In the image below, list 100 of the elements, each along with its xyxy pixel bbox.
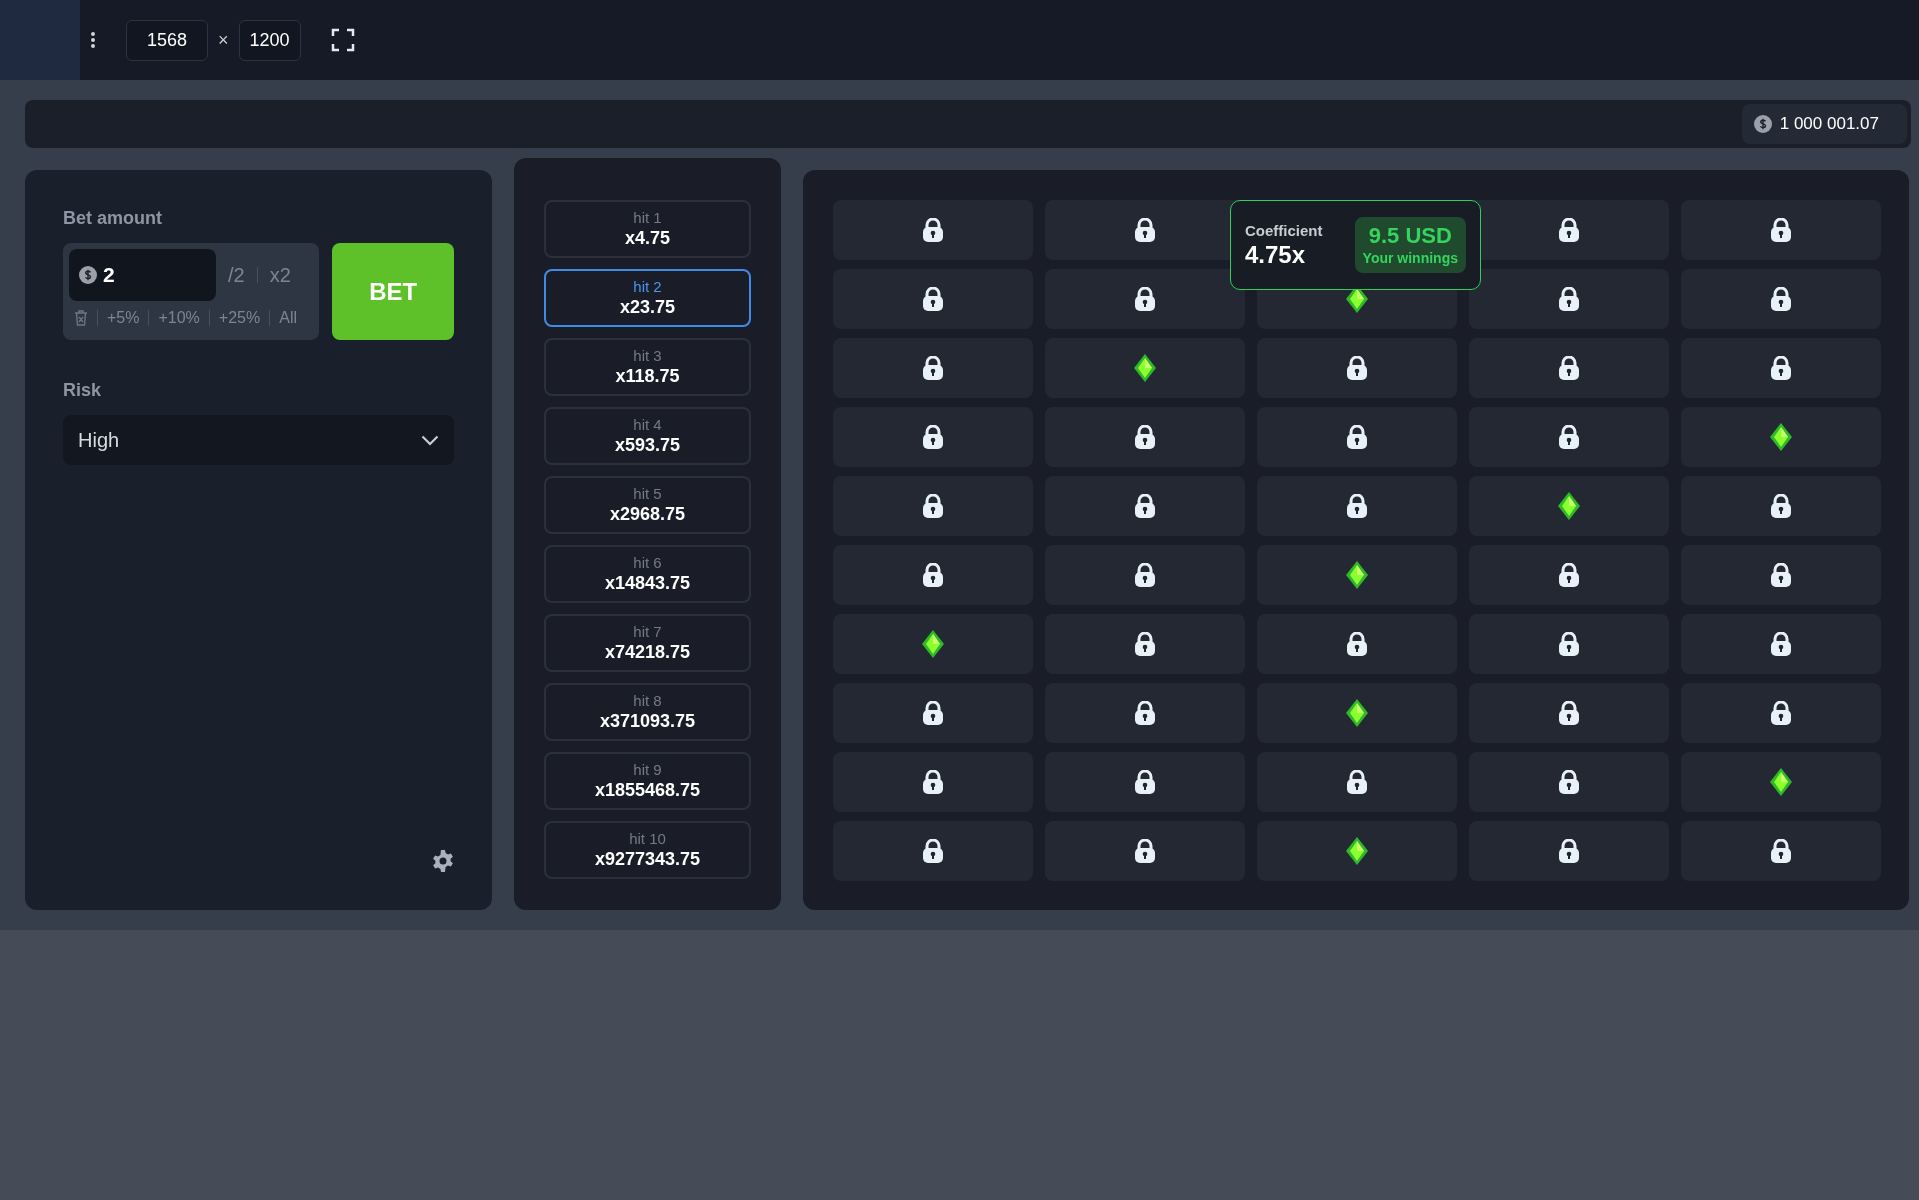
lock-icon bbox=[922, 424, 944, 450]
lock-icon bbox=[1770, 286, 1792, 312]
tile[interactable] bbox=[833, 614, 1033, 674]
tile[interactable] bbox=[833, 821, 1033, 881]
lock-icon bbox=[1134, 286, 1156, 312]
tile[interactable] bbox=[1469, 545, 1669, 605]
gem-icon bbox=[1134, 354, 1156, 382]
risk-dropdown[interactable]: High bbox=[63, 415, 454, 465]
tile[interactable] bbox=[1045, 752, 1245, 812]
lock-icon bbox=[1770, 631, 1792, 657]
multiplier-step[interactable]: hit 5 x2968.75 bbox=[544, 476, 751, 534]
lock-icon bbox=[1346, 424, 1368, 450]
gem-icon bbox=[1770, 423, 1792, 451]
tile[interactable] bbox=[1257, 407, 1457, 467]
lock-icon bbox=[1558, 631, 1580, 657]
tile[interactable] bbox=[1469, 614, 1669, 674]
tile[interactable] bbox=[1681, 407, 1881, 467]
lock-icon bbox=[1558, 424, 1580, 450]
tile[interactable] bbox=[1469, 338, 1669, 398]
tile[interactable] bbox=[1045, 269, 1245, 329]
multiplier-step[interactable]: hit 3 x118.75 bbox=[544, 338, 751, 396]
tile[interactable] bbox=[1257, 476, 1457, 536]
fullscreen-icon[interactable] bbox=[330, 28, 355, 52]
tile[interactable] bbox=[833, 338, 1033, 398]
lock-icon bbox=[1770, 562, 1792, 588]
bet-amount-label: Bet amount bbox=[63, 208, 163, 229]
multiplier-step[interactable]: hit 7 x74218.75 bbox=[544, 614, 751, 672]
lock-icon bbox=[1770, 700, 1792, 726]
lock-icon bbox=[1558, 838, 1580, 864]
tile[interactable] bbox=[1469, 269, 1669, 329]
bet-amount-field[interactable]: 2 bbox=[69, 249, 216, 301]
multiplier-step[interactable]: hit 4 x593.75 bbox=[544, 407, 751, 465]
lock-icon bbox=[1134, 700, 1156, 726]
tile[interactable] bbox=[1681, 269, 1881, 329]
tile[interactable] bbox=[1469, 683, 1669, 743]
height-field[interactable]: 1200 bbox=[238, 19, 301, 61]
tile[interactable] bbox=[1257, 614, 1457, 674]
width-field[interactable]: 1568 bbox=[126, 19, 208, 61]
lock-icon bbox=[922, 700, 944, 726]
risk-value: High bbox=[78, 428, 120, 452]
tile[interactable] bbox=[1681, 752, 1881, 812]
tile[interactable] bbox=[1045, 683, 1245, 743]
lock-icon bbox=[1770, 355, 1792, 381]
multiplier-step[interactable]: hit 1 x4.75 bbox=[544, 200, 751, 258]
multiplier-step[interactable]: hit 9 x1855468.75 bbox=[544, 752, 751, 810]
lock-icon bbox=[1346, 493, 1368, 519]
lock-icon bbox=[1134, 217, 1156, 243]
tile[interactable] bbox=[1681, 338, 1881, 398]
tile[interactable] bbox=[1469, 476, 1669, 536]
coin-icon bbox=[79, 266, 97, 284]
tile[interactable] bbox=[1681, 200, 1881, 260]
tile[interactable] bbox=[1681, 545, 1881, 605]
tile[interactable] bbox=[1469, 407, 1669, 467]
lock-icon bbox=[922, 355, 944, 381]
gem-icon bbox=[1558, 492, 1580, 520]
tile[interactable] bbox=[1681, 683, 1881, 743]
tile[interactable] bbox=[833, 683, 1033, 743]
lock-icon bbox=[1346, 355, 1368, 381]
chevron-down-icon bbox=[421, 434, 439, 446]
times-sign: × bbox=[218, 29, 229, 51]
multiplier-step[interactable]: hit 6 x14843.75 bbox=[544, 545, 751, 603]
multiplier-step[interactable]: hit 10 x9277343.75 bbox=[544, 821, 751, 879]
tile[interactable] bbox=[833, 752, 1033, 812]
coefficient-label: Coefficient bbox=[1245, 221, 1323, 239]
tile[interactable] bbox=[833, 200, 1033, 260]
tile[interactable] bbox=[1045, 821, 1245, 881]
tile[interactable] bbox=[1045, 545, 1245, 605]
tile[interactable] bbox=[1469, 752, 1669, 812]
tile[interactable] bbox=[1257, 338, 1457, 398]
tile[interactable] bbox=[1681, 821, 1881, 881]
coin-icon bbox=[1753, 115, 1772, 133]
tile[interactable] bbox=[1257, 752, 1457, 812]
balance-amount: 1 000 001.07 bbox=[1779, 114, 1879, 134]
tile[interactable] bbox=[1257, 683, 1457, 743]
multiplier-step[interactable]: hit 8 x371093.75 bbox=[544, 683, 751, 741]
tile[interactable] bbox=[1045, 338, 1245, 398]
lock-icon bbox=[1134, 769, 1156, 795]
lock-icon bbox=[1134, 838, 1156, 864]
lock-icon bbox=[1134, 631, 1156, 657]
tile[interactable] bbox=[833, 476, 1033, 536]
more-icon[interactable] bbox=[90, 31, 96, 49]
tile[interactable] bbox=[1257, 545, 1457, 605]
trash-icon[interactable] bbox=[73, 309, 89, 327]
tile[interactable] bbox=[1045, 407, 1245, 467]
tile[interactable] bbox=[1045, 476, 1245, 536]
tile[interactable] bbox=[833, 545, 1033, 605]
settings-icon[interactable] bbox=[432, 850, 454, 872]
tile[interactable] bbox=[833, 407, 1033, 467]
tile[interactable] bbox=[1469, 821, 1669, 881]
tile[interactable] bbox=[1257, 821, 1457, 881]
tile[interactable] bbox=[1045, 614, 1245, 674]
tile[interactable] bbox=[1681, 614, 1881, 674]
lock-icon bbox=[922, 562, 944, 588]
tile[interactable] bbox=[833, 269, 1033, 329]
lock-icon bbox=[1770, 838, 1792, 864]
bet-amount-value: 2 bbox=[103, 263, 115, 287]
lock-icon bbox=[1558, 769, 1580, 795]
tile[interactable] bbox=[1681, 476, 1881, 536]
gem-icon bbox=[1346, 699, 1368, 727]
multiplier-step[interactable]: hit 2 x23.75 bbox=[544, 269, 751, 327]
